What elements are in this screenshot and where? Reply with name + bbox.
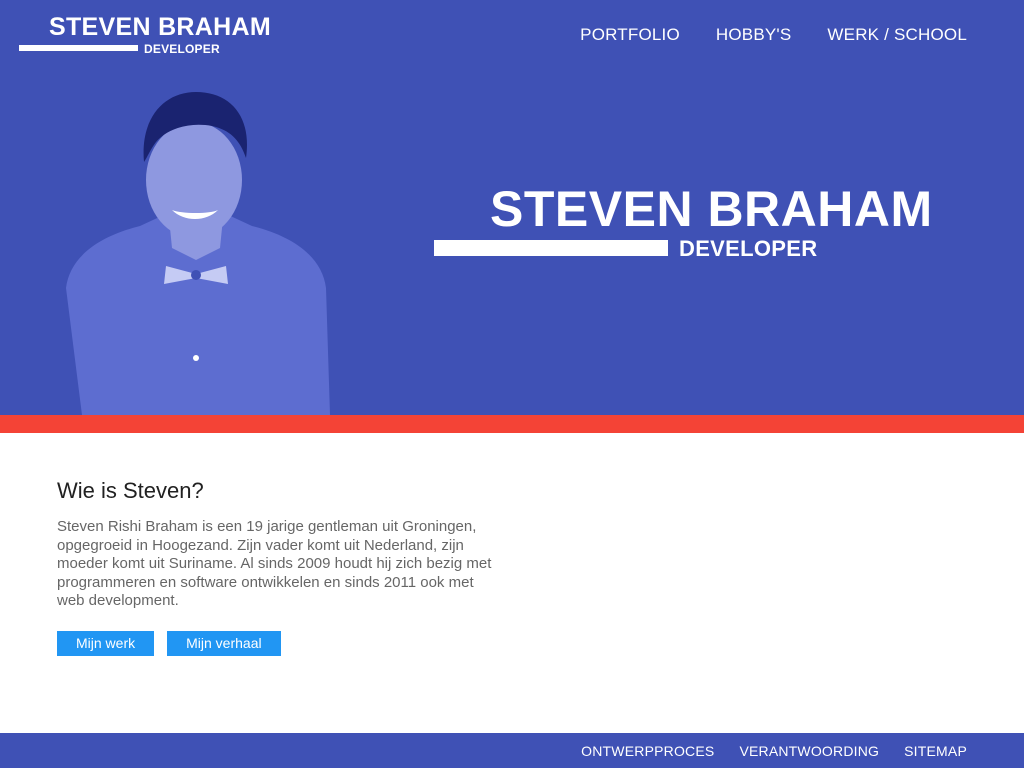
footer-nav: ONTWERPPROCES VERANTWOORDING SITEMAP <box>581 743 967 759</box>
nav-item-werk-school[interactable]: WERK / SCHOOL <box>827 25 967 45</box>
mijn-werk-button[interactable]: Mijn werk <box>57 630 155 656</box>
footer-link-sitemap[interactable]: SITEMAP <box>904 743 967 759</box>
main-nav: PORTFOLIO HOBBY'S WERK / SCHOOL <box>580 25 967 45</box>
site-logo[interactable]: STEVEN BRAHAM DEVELOPER <box>0 0 280 60</box>
logo-bar <box>19 45 138 51</box>
hero-bar <box>434 240 668 256</box>
about-title: Wie is Steven? <box>57 478 204 503</box>
mijn-verhaal-button[interactable]: Mijn verhaal <box>167 630 281 656</box>
profile-photo <box>60 88 332 415</box>
hero-name: STEVEN BRAHAM <box>490 181 933 237</box>
about-text: Steven Rishi Braham is een 19 jarige gen… <box>57 518 492 609</box>
about-buttons: Mijn werk Mijn verhaal <box>57 630 517 656</box>
accent-stripe <box>0 415 1024 433</box>
footer: ONTWERPPROCES VERANTWOORDING SITEMAP <box>0 733 1024 768</box>
footer-link-verantwoording[interactable]: VERANTWOORDING <box>739 743 879 759</box>
nav-item-hobbys[interactable]: HOBBY'S <box>716 25 792 45</box>
hero-role: DEVELOPER <box>679 236 818 261</box>
nav-item-portfolio[interactable]: PORTFOLIO <box>580 25 680 45</box>
logo-name: STEVEN BRAHAM <box>49 13 271 41</box>
logo-role: DEVELOPER <box>144 42 220 56</box>
footer-link-ontwerpproces[interactable]: ONTWERPPROCES <box>581 743 714 759</box>
about-section: Wie is Steven? Steven Rishi Braham is ee… <box>57 478 517 656</box>
